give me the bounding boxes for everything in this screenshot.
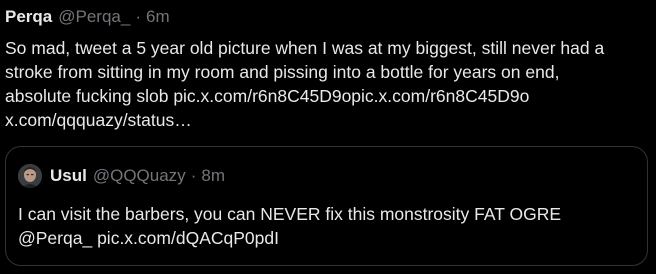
status-link[interactable]: x.com/qqquazy/status…: [5, 110, 192, 130]
media-link[interactable]: pic.x.com/r6n8C45D9opic.x.com/r6n8C45D9o: [173, 86, 529, 106]
tweet-text-fragment: absolute fucking slob: [5, 86, 174, 106]
tweet-text-line: So mad, tweet a 5 year old picture when …: [5, 38, 605, 58]
author-name[interactable]: Perqa: [5, 7, 52, 27]
tweet[interactable]: Perqa @Perqa_ · 6m So mad, tweet a 5 yea…: [0, 0, 656, 274]
user-avatar-image: [18, 164, 42, 188]
avatar[interactable]: [18, 164, 42, 188]
quoted-author-name[interactable]: Usul: [50, 166, 87, 186]
separator-dot: ·: [135, 7, 141, 26]
tweet-timestamp[interactable]: 6m: [146, 7, 170, 27]
tweet-text-line: absolute fucking slob pic.x.com/r6n8C45D…: [5, 84, 650, 108]
tweet-text-line: x.com/qqquazy/status…: [5, 108, 650, 132]
quoted-author-handle[interactable]: @QQQuazy: [93, 166, 186, 186]
separator-dot: ·: [190, 166, 197, 185]
mention-link[interactable]: @Perqa_: [18, 228, 92, 248]
quoted-tweet-timestamp[interactable]: 8m: [201, 166, 225, 186]
quoted-tweet-card[interactable]: Usul @QQQuazy · 8m I can visit the barbe…: [5, 146, 648, 266]
tweet-text: So mad, tweet a 5 year old picture when …: [5, 36, 650, 132]
media-link[interactable]: pic.x.com/dQACqP0pdI: [97, 228, 279, 248]
tweet-text-line: stroke from sitting in my room and pissi…: [5, 62, 560, 82]
quoted-tweet-text: I can visit the barbers, you can NEVER f…: [18, 202, 638, 250]
quoted-text-line: @Perqa_ pic.x.com/dQACqP0pdI: [18, 226, 638, 250]
author-handle[interactable]: @Perqa_: [58, 7, 130, 27]
tweet-header: Perqa @Perqa_ · 6m: [5, 5, 170, 29]
quoted-tweet-header: Usul @QQQuazy · 8m: [18, 163, 225, 189]
quoted-text-line: I can visit the barbers, you can NEVER f…: [18, 204, 562, 224]
